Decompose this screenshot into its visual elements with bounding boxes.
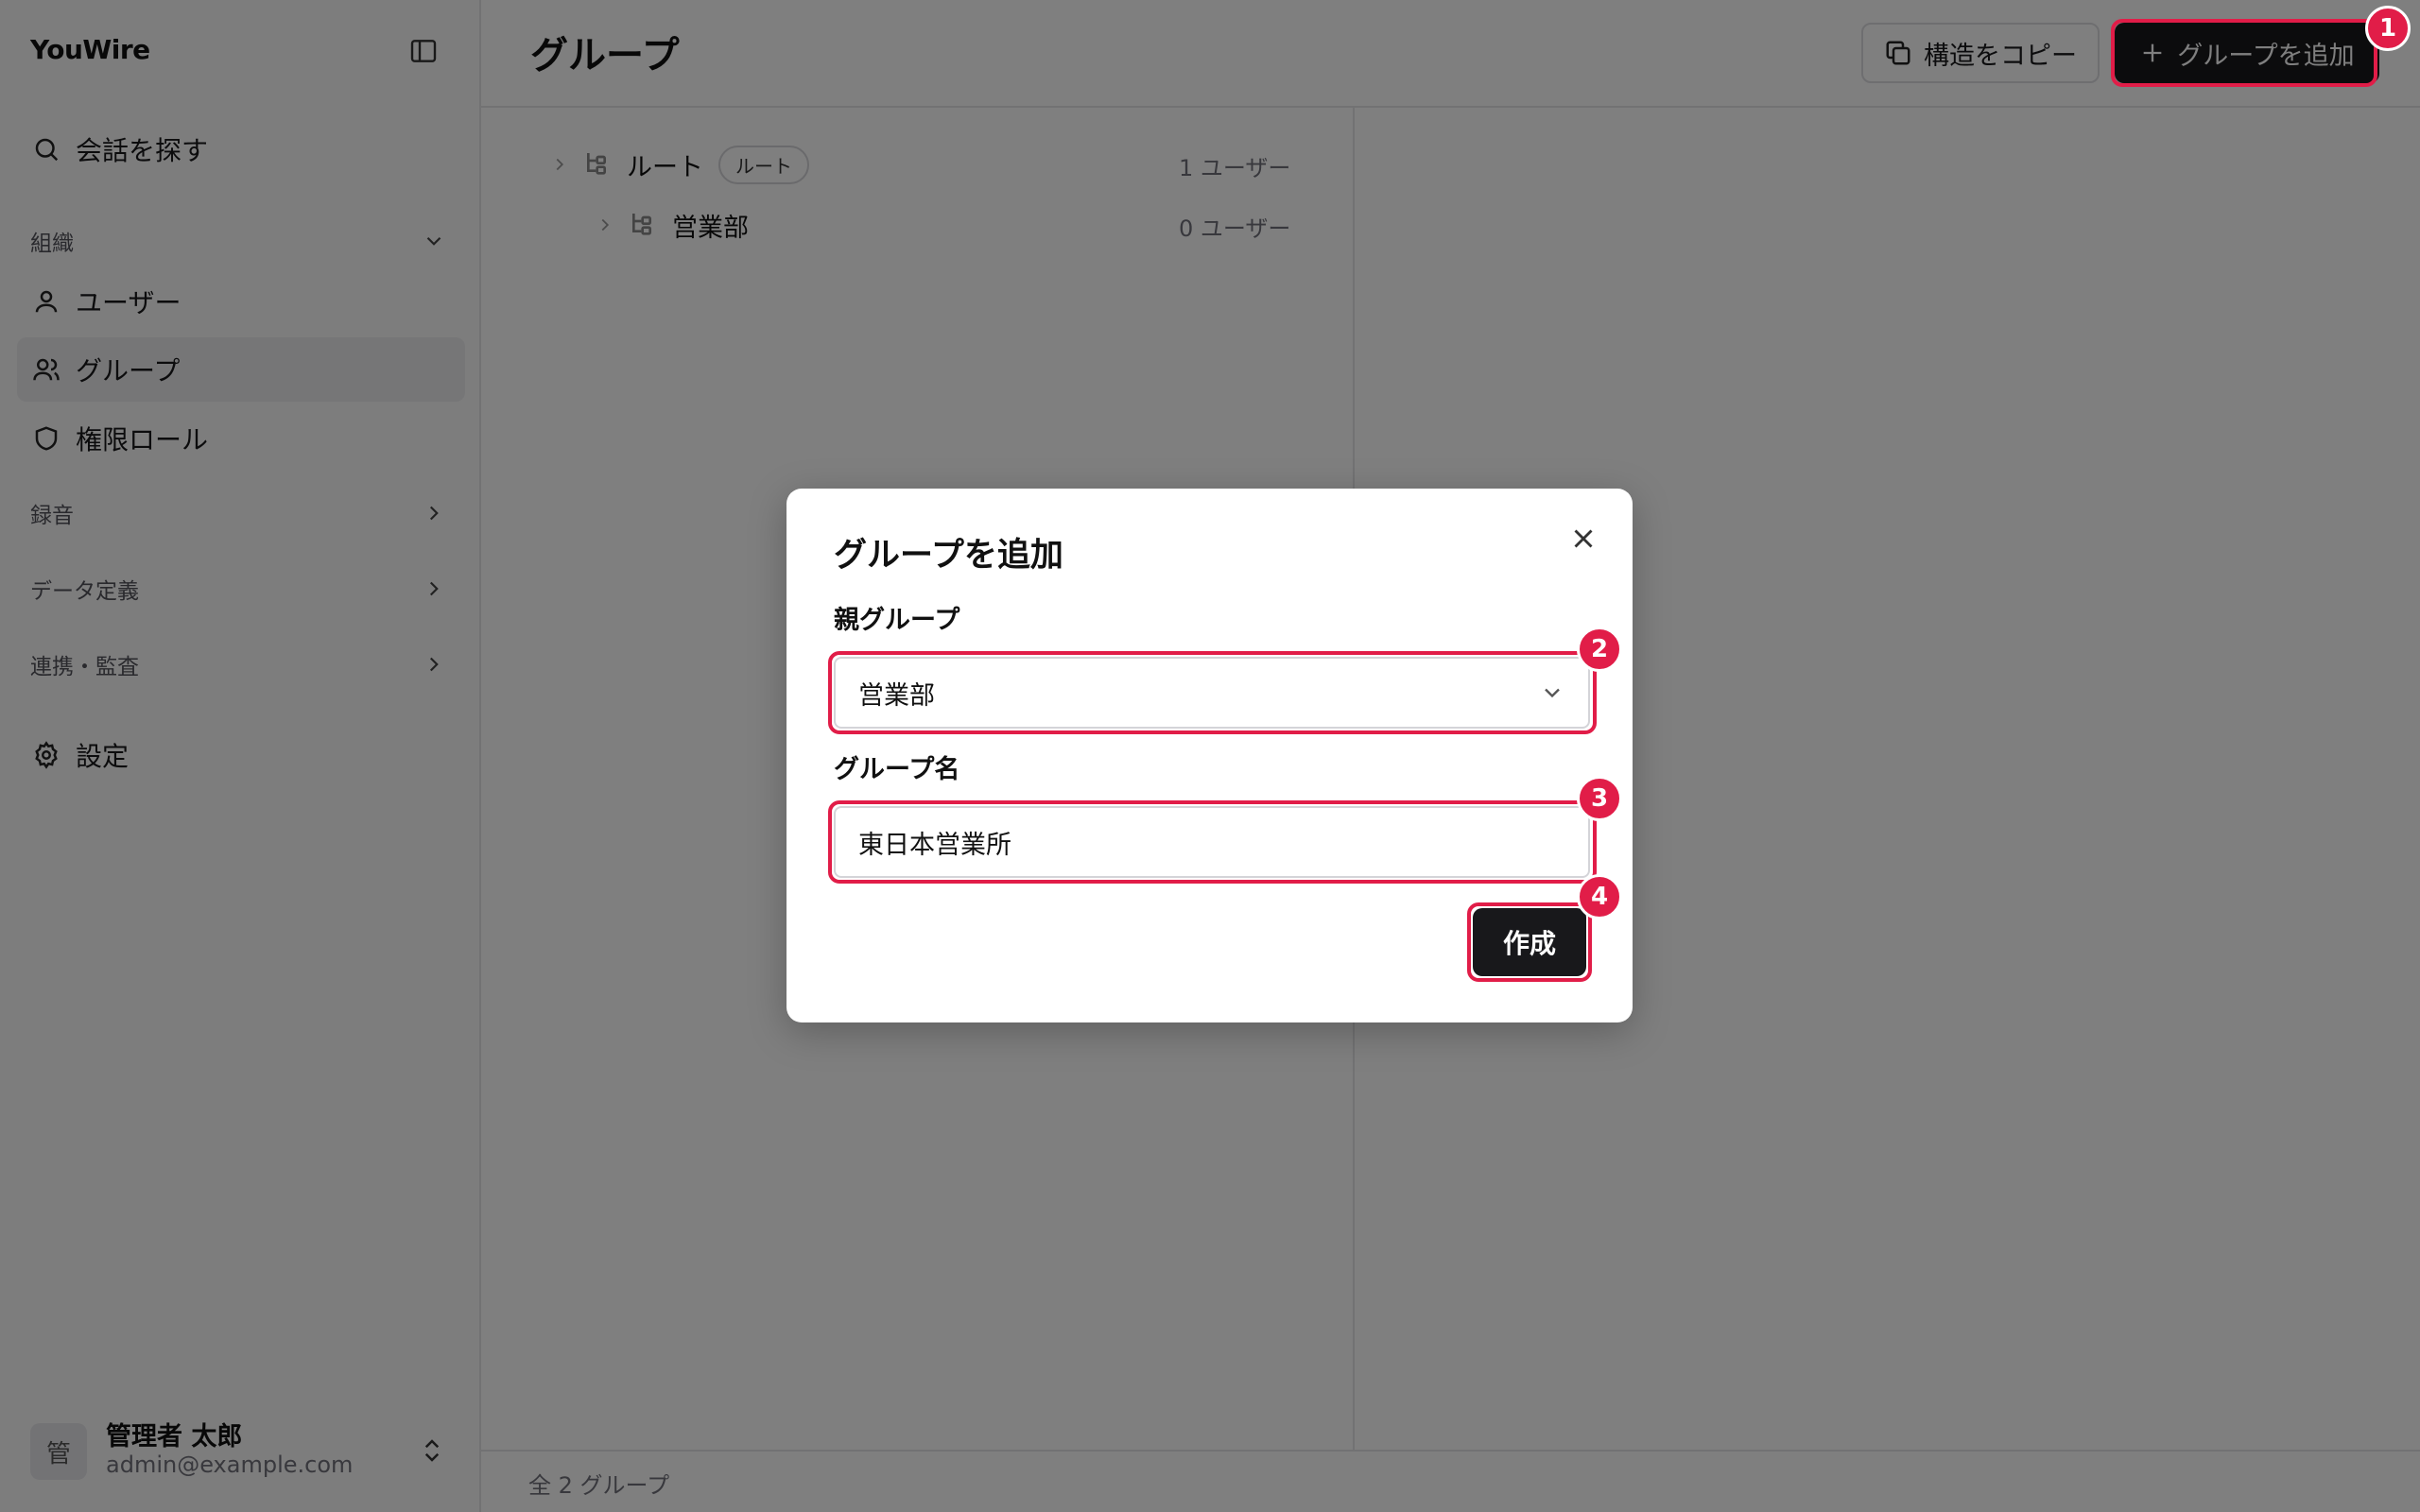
group-name-label: グループ名 [834, 755, 960, 784]
highlight-create-button [1467, 902, 1592, 982]
parent-group-label: 親グループ [834, 606, 960, 635]
highlight-add-group [2111, 19, 2377, 87]
highlight-name-input [828, 800, 1597, 884]
step-badge-3: 3 [1577, 776, 1622, 821]
close-icon[interactable] [1567, 523, 1599, 555]
dialog-title: グループを追加 [834, 537, 1063, 575]
step-badge-1: 1 [2365, 6, 2411, 51]
add-group-dialog: グループを追加 親グループ 営業部 グループ名 東日本営業所 作成 2 3 4 [786, 489, 1633, 1022]
step-badge-4: 4 [1577, 874, 1622, 919]
highlight-parent-select [828, 651, 1597, 734]
step-badge-2: 2 [1577, 627, 1622, 672]
